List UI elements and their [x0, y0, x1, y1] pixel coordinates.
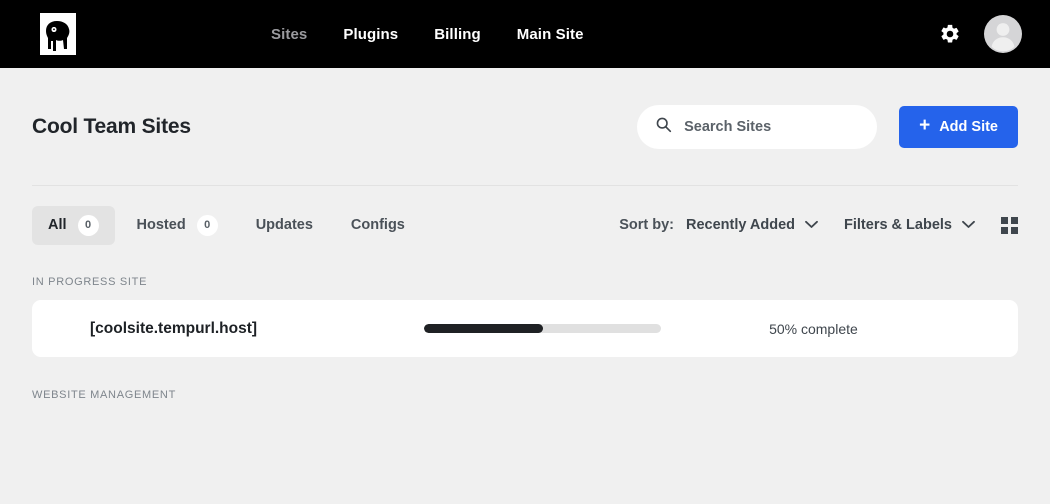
top-navigation-bar: Sites Plugins Billing Main Site — [0, 0, 1050, 68]
add-site-button[interactable]: + Add Site — [899, 105, 1018, 148]
sort-by-value: Recently Added — [685, 217, 796, 233]
filters-and-labels-dropdown[interactable]: Filters & Labels — [844, 217, 975, 233]
plus-icon: + — [919, 115, 931, 136]
page-title: Cool Team Sites — [32, 114, 191, 138]
tab-configs[interactable]: Configs — [335, 208, 421, 242]
website-management-section-label: WEBSITE MANAGEMENT — [32, 389, 176, 401]
nav-link-main-site[interactable]: Main Site — [517, 27, 584, 42]
sort-by-label: Sort by: — [619, 217, 674, 233]
toolbar-controls: Sort by: Recently Added Filters & Labels — [619, 216, 1018, 234]
filters-and-labels-label: Filters & Labels — [844, 217, 952, 233]
in-progress-section-label: IN PROGRESS SITE — [32, 276, 148, 288]
chevron-down-icon — [962, 217, 975, 233]
gorilla-logo[interactable] — [40, 13, 76, 55]
primary-nav: Sites Plugins Billing Main Site — [271, 27, 584, 42]
progress-fill — [424, 324, 543, 333]
search-sites-box[interactable] — [637, 104, 878, 149]
sort-by-dropdown[interactable]: Recently Added — [686, 217, 818, 233]
page-content: Cool Team Sites + Add Site All — [0, 68, 1050, 401]
progress-track — [424, 324, 662, 333]
sort-by-group: Sort by: Recently Added — [619, 217, 818, 233]
grid-cell — [1011, 226, 1018, 234]
tab-configs-label: Configs — [350, 217, 405, 233]
page-header: Cool Team Sites + Add Site — [32, 68, 1018, 186]
grid-cell — [1011, 216, 1018, 224]
tab-all-label: All — [48, 217, 67, 233]
tab-hosted[interactable]: Hosted 0 — [121, 206, 234, 245]
gear-icon[interactable] — [938, 22, 962, 46]
tab-all-count: 0 — [77, 214, 99, 236]
site-name: [coolsite.tempurl.host] — [90, 319, 258, 337]
tab-hosted-label: Hosted — [136, 217, 186, 233]
search-input[interactable] — [684, 118, 860, 135]
grid-cell — [1001, 226, 1008, 234]
topbar-actions — [938, 15, 1022, 53]
site-tabs: All 0 Hosted 0 Updates Configs — [32, 205, 421, 245]
chevron-down-icon — [805, 217, 818, 233]
tab-updates[interactable]: Updates — [240, 208, 329, 242]
nav-link-billing[interactable]: Billing — [434, 27, 481, 42]
tab-hosted-count: 0 — [196, 214, 218, 236]
add-site-label: Add Site — [939, 118, 998, 135]
tab-all[interactable]: All 0 — [32, 205, 115, 245]
site-progress-bar — [424, 324, 662, 333]
in-progress-site-card[interactable]: [coolsite.tempurl.host] 50% complete — [32, 300, 1018, 357]
grid-cell — [1001, 216, 1008, 224]
nav-link-sites[interactable]: Sites — [271, 27, 307, 42]
header-actions: + Add Site — [637, 104, 1018, 149]
grid-view-icon[interactable] — [1001, 216, 1018, 234]
progress-label: 50% complete — [769, 320, 858, 337]
tab-updates-label: Updates — [255, 217, 313, 233]
user-avatar-icon[interactable] — [984, 15, 1022, 53]
search-icon — [655, 116, 672, 138]
filters-toolbar: All 0 Hosted 0 Updates Configs Sort by: … — [32, 186, 1018, 264]
nav-link-plugins[interactable]: Plugins — [343, 27, 398, 42]
